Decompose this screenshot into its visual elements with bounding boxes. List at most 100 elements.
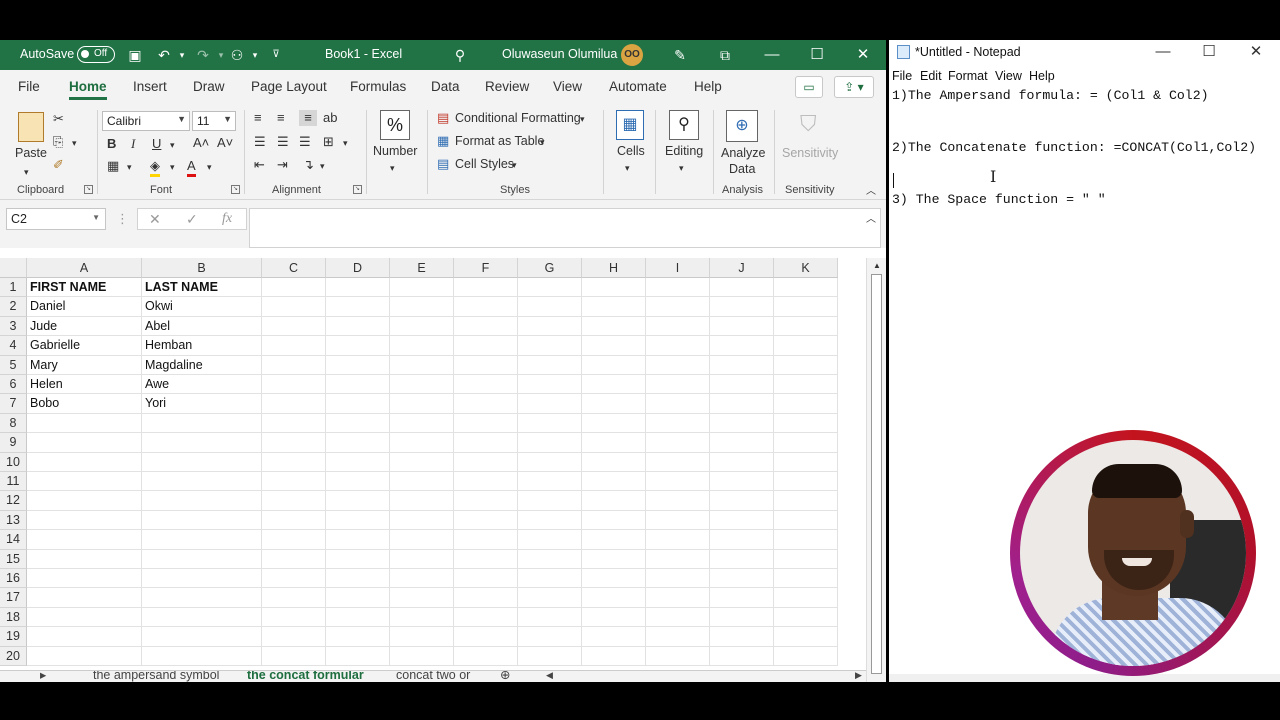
horizontal-scrollbar[interactable] [889,674,1280,682]
empty-cell[interactable] [326,491,390,511]
table-cell[interactable]: Gabrielle [27,336,142,356]
empty-cell[interactable] [710,549,774,569]
empty-cell[interactable] [262,433,326,453]
empty-cell[interactable] [27,491,142,511]
scroll-right-icon[interactable]: ▶ [855,671,862,682]
scroll-left-icon[interactable]: ◀ [546,671,553,682]
empty-cell[interactable] [710,355,774,375]
row-header[interactable]: 3 [0,316,27,337]
empty-cell[interactable] [390,452,454,472]
empty-cell[interactable] [326,413,390,434]
empty-cell[interactable] [27,510,142,531]
empty-cell[interactable] [518,336,582,356]
increase-font-icon[interactable]: A˄ [193,135,209,151]
empty-cell[interactable] [326,472,390,492]
underline-icon[interactable]: U [152,136,161,152]
menu-file[interactable]: File [892,69,912,83]
empty-cell[interactable] [582,316,646,337]
empty-cell[interactable] [142,433,262,453]
cancel-icon[interactable]: ✕ [149,211,161,228]
empty-cell[interactable] [390,530,454,550]
empty-cell[interactable] [454,646,518,666]
chevron-down-icon[interactable]: ▾ [512,157,517,173]
italic-icon[interactable]: I [131,136,135,152]
empty-cell[interactable] [326,355,390,375]
save-icon[interactable]: ▣ [126,46,144,64]
empty-cell[interactable] [774,413,838,434]
insert-function-icon[interactable]: fx [222,211,232,227]
empty-cell[interactable] [326,394,390,414]
align-bottom-icon[interactable]: ≡ [299,110,317,126]
empty-cell[interactable] [774,510,838,531]
column-header-h[interactable]: H [582,258,646,278]
column-header-b[interactable]: B [142,258,262,278]
empty-cell[interactable] [326,530,390,550]
empty-cell[interactable] [518,413,582,434]
share-button[interactable]: ⇪ ▾ [834,76,874,98]
number-label[interactable]: Number [373,144,417,158]
empty-cell[interactable] [390,646,454,666]
empty-cell[interactable] [27,472,142,492]
empty-cell[interactable] [390,569,454,589]
empty-cell[interactable] [262,549,326,569]
empty-cell[interactable] [390,278,454,298]
column-header-e[interactable]: E [390,258,454,278]
empty-cell[interactable] [710,627,774,647]
close-icon[interactable]: ✕ [853,45,873,65]
align-center-icon[interactable]: ☰ [277,134,289,150]
select-all-corner[interactable] [0,258,27,278]
borders-icon[interactable]: ▦ [107,158,119,174]
empty-cell[interactable] [262,627,326,647]
editing-label[interactable]: Editing [665,144,703,158]
tab-help[interactable]: Help [694,79,722,94]
collapse-ribbon-icon[interactable]: ︿ [866,184,876,200]
fill-dropdown-icon[interactable]: ▾ [170,159,175,175]
empty-cell[interactable] [582,510,646,531]
empty-cell[interactable] [390,336,454,356]
merge-dropdown-icon[interactable]: ▾ [343,135,348,151]
table-cell[interactable]: Helen [27,375,142,395]
empty-cell[interactable] [27,413,142,434]
sheet-tab-active[interactable]: the concat formular [247,671,364,682]
table-cell[interactable]: Magdaline [142,355,262,375]
borders-dropdown-icon[interactable]: ▾ [127,159,132,175]
row-header[interactable]: 10 [0,452,27,472]
menu-edit[interactable]: Edit [920,69,942,83]
empty-cell[interactable] [582,433,646,453]
empty-cell[interactable] [390,491,454,511]
empty-cell[interactable] [27,607,142,628]
empty-cell[interactable] [142,510,262,531]
empty-cell[interactable] [326,316,390,337]
maximize-icon[interactable]: ☐ [1199,42,1219,62]
cut-icon[interactable]: ✂ [53,111,64,127]
row-header[interactable]: 20 [0,646,27,666]
empty-cell[interactable] [774,569,838,589]
find-search-icon[interactable]: ⚲ [669,110,699,140]
number-format-icon[interactable]: % [380,110,410,140]
empty-cell[interactable] [27,588,142,608]
empty-cell[interactable] [326,588,390,608]
orientation-icon[interactable]: ab [323,110,337,126]
vertical-scrollbar[interactable]: ▲ ▼ [866,258,886,682]
empty-cell[interactable] [142,491,262,511]
format-as-table-icon[interactable]: ▦ [437,133,449,149]
empty-cell[interactable] [262,413,326,434]
empty-cell[interactable] [582,297,646,317]
empty-cell[interactable] [390,588,454,608]
increase-indent-icon[interactable]: ⇥ [277,157,288,173]
empty-cell[interactable] [582,627,646,647]
maximize-icon[interactable]: ☐ [807,45,827,65]
empty-cell[interactable] [582,375,646,395]
row-header[interactable]: 1 [0,278,27,298]
menu-help[interactable]: Help [1029,69,1055,83]
tab-draw[interactable]: Draw [193,79,225,94]
empty-cell[interactable] [582,336,646,356]
row-header[interactable]: 8 [0,413,27,434]
column-header-j[interactable]: J [710,258,774,278]
empty-cell[interactable] [518,472,582,492]
analyze-label[interactable]: Analyze [721,146,765,160]
empty-cell[interactable] [582,607,646,628]
cells-dropdown-icon[interactable]: ▾ [625,160,630,176]
empty-cell[interactable] [646,355,710,375]
conditional-formatting-icon[interactable]: ▤ [437,110,449,126]
